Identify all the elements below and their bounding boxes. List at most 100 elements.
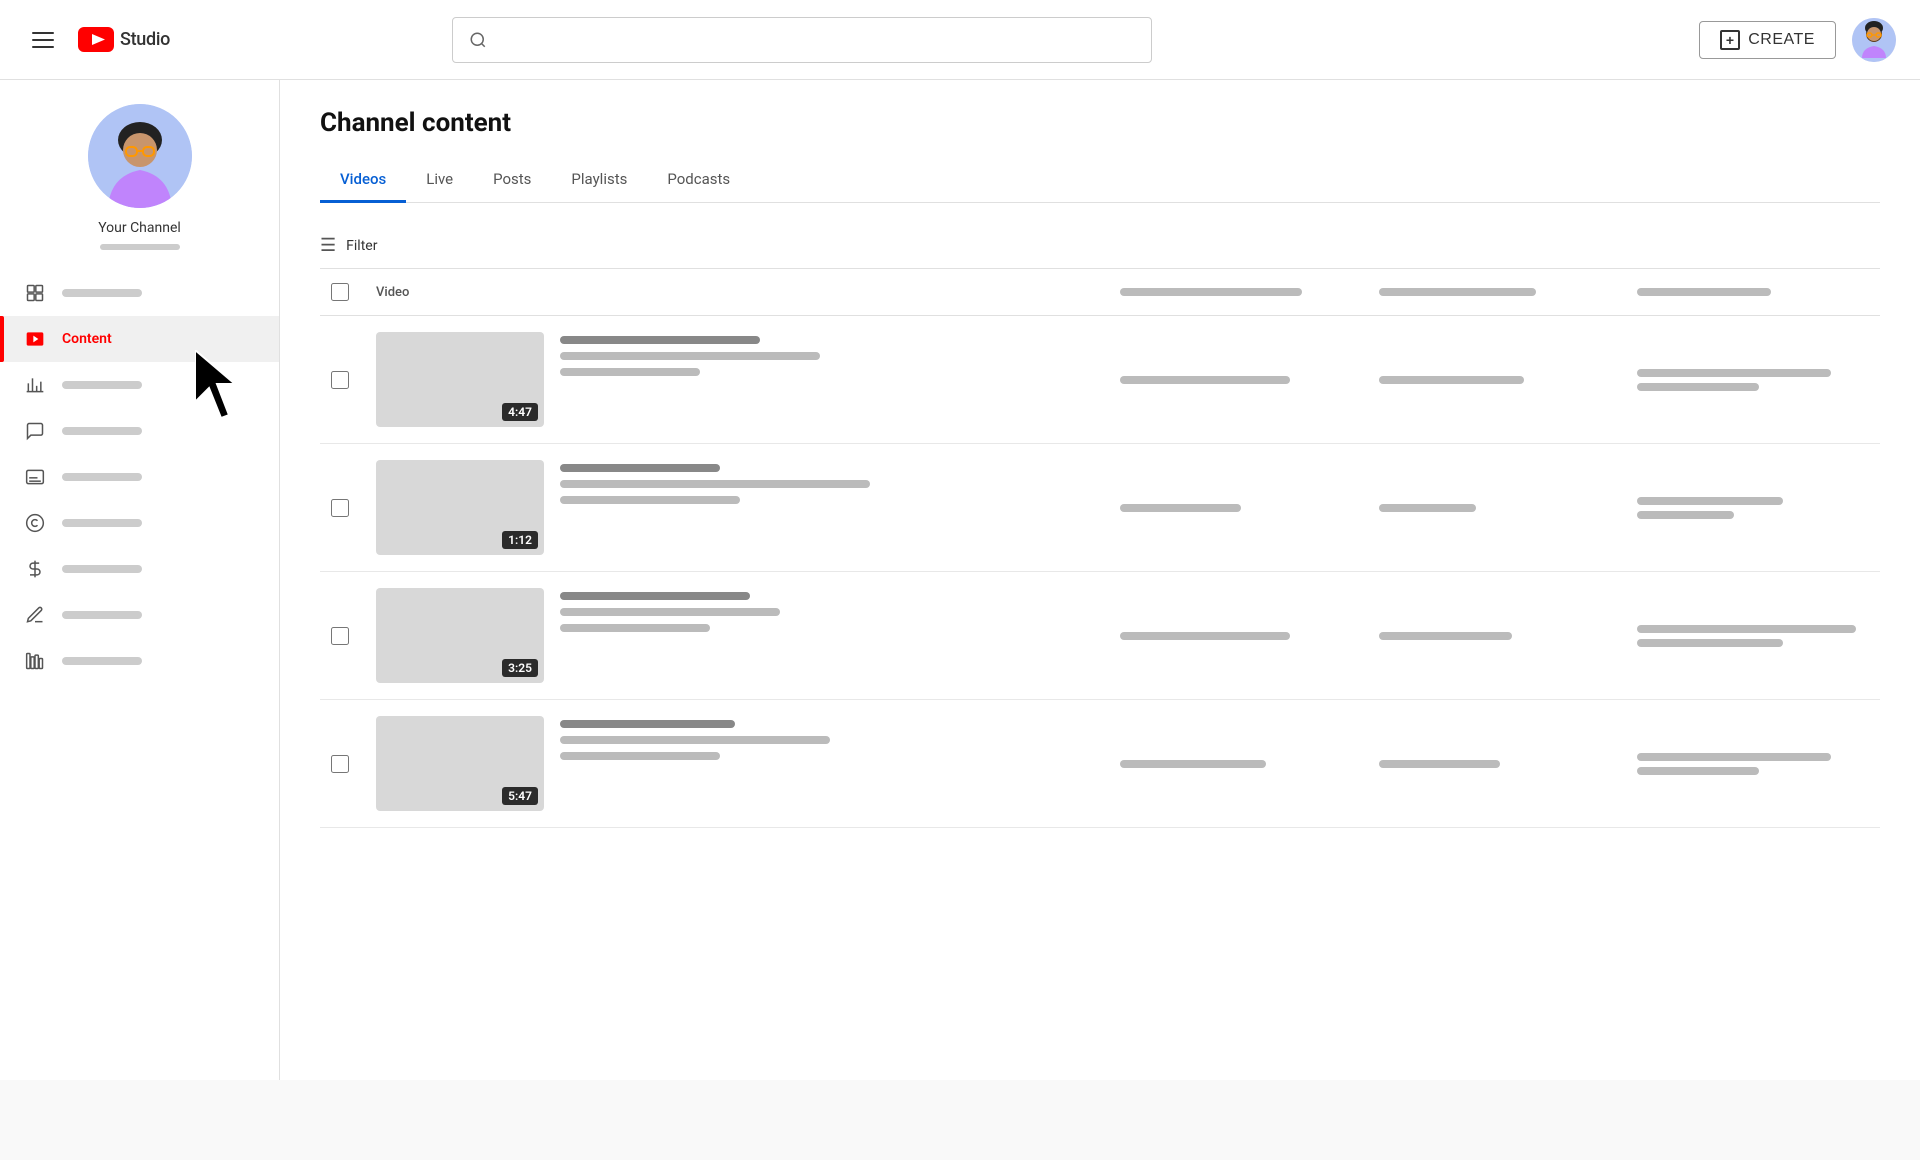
row4-stat3 [1637, 753, 1880, 775]
sidebar-item-analytics[interactable] [0, 362, 279, 408]
logo-link[interactable]: Studio [78, 27, 170, 52]
row3-checkbox[interactable] [331, 627, 349, 645]
tab-videos[interactable]: Videos [320, 158, 406, 203]
row4-stat2-bar1 [1379, 760, 1500, 768]
search-icon [469, 31, 487, 49]
menu-toggle-button[interactable] [24, 24, 62, 56]
row3-video-cell: 3:25 [376, 588, 1104, 683]
row2-stat2-bar1 [1379, 504, 1476, 512]
tab-posts[interactable]: Posts [473, 158, 551, 203]
row1-checkbox-cell[interactable] [320, 371, 360, 389]
monetization-label-bar [62, 565, 142, 573]
row4-stat3-bar2 [1637, 767, 1758, 775]
app-body: Your Channel [0, 80, 1920, 1080]
sidebar: Your Channel [0, 80, 280, 1080]
row4-stat1-bar1 [1120, 760, 1266, 768]
row3-stat1-bar1 [1120, 632, 1290, 640]
row3-desc-bar2 [560, 624, 710, 632]
row4-thumbnail[interactable]: 5:47 [376, 716, 544, 811]
sidebar-item-content[interactable]: Content [0, 316, 279, 362]
sidebar-item-audio[interactable] [0, 638, 279, 684]
tab-playlists[interactable]: Playlists [551, 158, 647, 203]
sidebar-item-monetization[interactable] [0, 546, 279, 592]
header: Studio + CREATE [0, 0, 1920, 80]
account-avatar-button[interactable] [1852, 18, 1896, 62]
row4-stat2 [1379, 760, 1622, 768]
row3-stat2-bar1 [1379, 632, 1512, 640]
row1-stat2 [1379, 376, 1622, 384]
row4-checkbox-cell[interactable] [320, 755, 360, 773]
analytics-icon [24, 374, 46, 396]
row1-desc-bar1 [560, 352, 820, 360]
row4-stat1 [1120, 760, 1363, 768]
sidebar-nav: Content [0, 270, 279, 684]
sidebar-item-subtitles[interactable] [0, 454, 279, 500]
channel-avatar[interactable] [88, 104, 192, 208]
channel-sub-bar [100, 244, 180, 250]
comments-icon [24, 420, 46, 442]
create-button-label: CREATE [1748, 31, 1815, 49]
create-plus-icon: + [1720, 30, 1740, 50]
tab-podcasts[interactable]: Podcasts [647, 158, 750, 203]
row1-desc-bar2 [560, 368, 700, 376]
row2-thumbnail[interactable]: 1:12 [376, 460, 544, 555]
row4-title-bar [560, 720, 735, 728]
studio-wordmark: Studio [120, 29, 170, 50]
customization-icon [24, 604, 46, 626]
subtitles-icon [24, 466, 46, 488]
main-content: Channel content Videos Live Posts Playli… [280, 80, 1920, 1080]
stat3-header-bar [1637, 288, 1770, 296]
row1-stat3-bar2 [1637, 383, 1758, 391]
row4-duration: 5:47 [502, 787, 538, 805]
table-row: 5:47 [320, 700, 1880, 828]
row2-checkbox-cell[interactable] [320, 499, 360, 517]
row1-checkbox[interactable] [331, 371, 349, 389]
row1-duration: 4:47 [502, 403, 538, 421]
create-button[interactable]: + CREATE [1699, 21, 1836, 59]
row4-video-info [560, 716, 830, 760]
table-row: 3:25 [320, 572, 1880, 700]
row2-stat1 [1120, 504, 1363, 512]
row1-stat3-bar1 [1637, 369, 1831, 377]
row2-title-bar [560, 464, 720, 472]
row2-stat3-bar2 [1637, 511, 1734, 519]
monetization-icon [24, 558, 46, 580]
table-header: Video [320, 269, 1880, 316]
select-all-checkbox-cell[interactable] [320, 283, 360, 301]
row2-checkbox[interactable] [331, 499, 349, 517]
table-row: 1:12 [320, 444, 1880, 572]
row3-checkbox-cell[interactable] [320, 627, 360, 645]
row1-thumbnail[interactable]: 4:47 [376, 332, 544, 427]
tabs-bar: Videos Live Posts Playlists Podcasts [320, 158, 1880, 203]
video-table: Video 4:47 [320, 269, 1880, 828]
stat-col-2-header [1379, 288, 1622, 296]
row4-video-cell: 5:47 [376, 716, 1104, 811]
search-bar [452, 17, 1152, 63]
row3-stat3-bar1 [1637, 625, 1855, 633]
tab-live[interactable]: Live [406, 158, 473, 203]
sidebar-item-dashboard[interactable] [0, 270, 279, 316]
select-all-checkbox[interactable] [331, 283, 349, 301]
search-input[interactable] [499, 31, 1135, 48]
stat-col-3-header [1637, 288, 1880, 296]
row4-checkbox[interactable] [331, 755, 349, 773]
row3-thumbnail[interactable]: 3:25 [376, 588, 544, 683]
row2-stat2 [1379, 504, 1622, 512]
video-column-header: Video [376, 285, 1104, 300]
sidebar-item-copyright[interactable] [0, 500, 279, 546]
row1-video-cell: 4:47 [376, 332, 1104, 427]
row1-stat1-bar1 [1120, 376, 1290, 384]
sidebar-item-comments[interactable] [0, 408, 279, 454]
row3-video-info [560, 588, 780, 632]
row1-video-info [560, 332, 820, 376]
copyright-label-bar [62, 519, 142, 527]
subtitles-label-bar [62, 473, 142, 481]
comments-label-bar [62, 427, 142, 435]
content-icon [24, 328, 46, 350]
stat1-header-bar [1120, 288, 1302, 296]
row3-stat2 [1379, 632, 1622, 640]
row4-stat3-bar1 [1637, 753, 1831, 761]
row3-stat3-bar2 [1637, 639, 1783, 647]
sidebar-item-customization[interactable] [0, 592, 279, 638]
row1-stat1 [1120, 376, 1363, 384]
